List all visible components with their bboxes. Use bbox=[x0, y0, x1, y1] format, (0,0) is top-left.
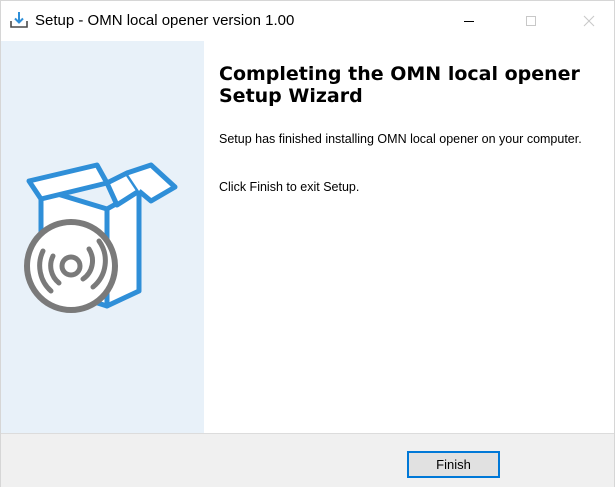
minimize-button[interactable] bbox=[446, 1, 492, 41]
wizard-content: Completing the OMN local opener Setup Wi… bbox=[204, 41, 614, 433]
title-bar[interactable]: Setup - OMN local opener version 1.00 bbox=[1, 1, 614, 41]
page-title: Completing the OMN local opener Setup Wi… bbox=[219, 63, 580, 107]
maximize-button[interactable] bbox=[508, 1, 554, 41]
window-title: Setup - OMN local opener version 1.00 bbox=[35, 12, 295, 29]
software-box-disc-icon bbox=[24, 162, 178, 313]
setup-window: Setup - OMN local opener version 1.00 Co… bbox=[0, 0, 615, 487]
setup-download-icon bbox=[9, 10, 29, 30]
button-bar: Finish bbox=[1, 433, 614, 487]
finish-button[interactable]: Finish bbox=[407, 451, 500, 478]
close-button[interactable] bbox=[566, 1, 612, 41]
close-icon bbox=[583, 15, 595, 27]
maximize-icon bbox=[526, 16, 536, 26]
exit-instruction: Click Finish to exit Setup. bbox=[219, 180, 360, 194]
minimize-icon bbox=[464, 21, 474, 22]
finished-message: Setup has finished installing OMN local … bbox=[219, 132, 582, 146]
wizard-banner bbox=[1, 41, 204, 433]
